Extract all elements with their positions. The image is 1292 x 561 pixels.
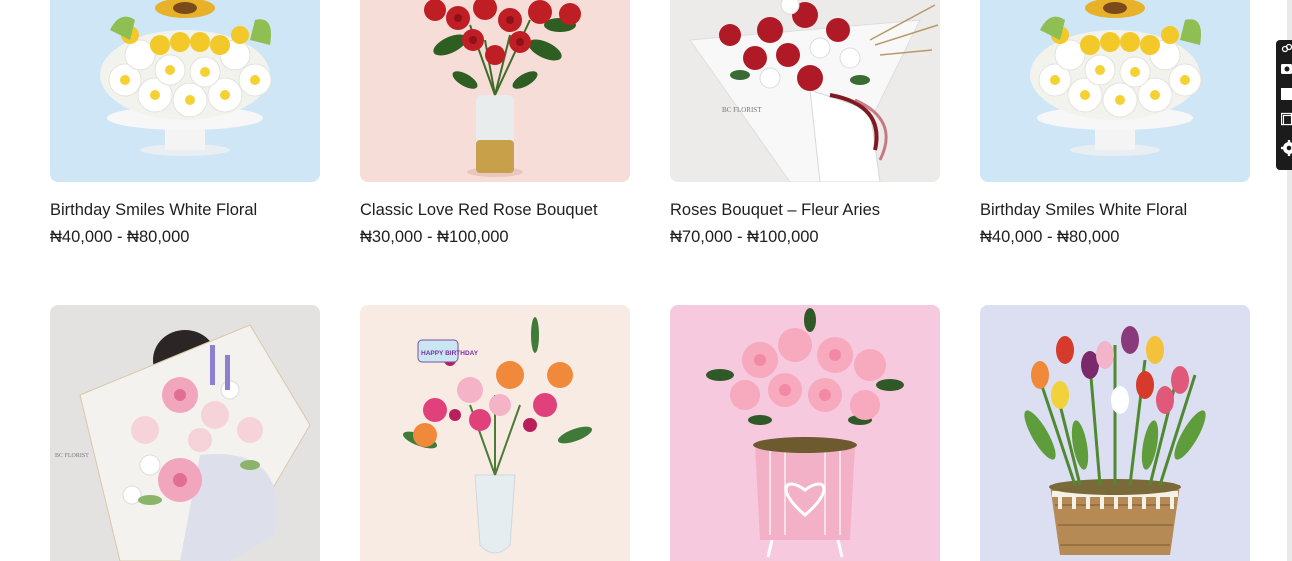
product-image[interactable] xyxy=(980,305,1250,561)
link-icon[interactable] xyxy=(1281,43,1292,57)
camera-icon[interactable] xyxy=(1281,61,1292,75)
tulip-basket-illustration xyxy=(980,305,1250,561)
daisy-cake-illustration xyxy=(50,0,320,182)
product-image[interactable]: HAPPY BIRTHDAY xyxy=(360,305,630,561)
brand-watermark: BC FLORIST xyxy=(722,106,762,114)
product-title[interactable]: Roses Bouquet – Fleur Aries xyxy=(670,201,880,220)
product-image[interactable]: BC FLORIST xyxy=(50,305,320,561)
product-image[interactable] xyxy=(50,0,320,182)
azalea-pot-illustration xyxy=(670,305,940,561)
red-roses-illustration xyxy=(360,0,630,182)
window-icon[interactable] xyxy=(1281,112,1292,126)
product-image[interactable] xyxy=(670,305,940,561)
gear-icon[interactable] xyxy=(1281,140,1292,156)
product-title[interactable]: Birthday Smiles White Floral xyxy=(980,201,1187,220)
wrapped-rose-illustration: BC FLORIST xyxy=(670,0,940,182)
birthday-pick-text: HAPPY BIRTHDAY xyxy=(421,350,479,357)
pastel-bouquet-illustration: BC FLORIST xyxy=(50,305,320,561)
brand-watermark: BC FLORIST xyxy=(55,453,89,459)
rectangle-icon[interactable] xyxy=(1281,87,1292,101)
product-image[interactable]: BC FLORIST xyxy=(670,0,940,182)
product-price: ₦40,000 - ₦80,000 xyxy=(50,228,190,246)
product-title[interactable]: Classic Love Red Rose Bouquet xyxy=(360,201,598,220)
product-image[interactable] xyxy=(980,0,1250,182)
side-toolbar xyxy=(1276,40,1292,170)
daisy-cake-illustration xyxy=(980,0,1250,182)
birthday-bouquet-illustration: HAPPY BIRTHDAY xyxy=(360,305,630,561)
product-price: ₦70,000 - ₦100,000 xyxy=(670,228,819,246)
product-image[interactable] xyxy=(360,0,630,182)
product-price: ₦30,000 - ₦100,000 xyxy=(360,228,509,246)
product-price: ₦40,000 - ₦80,000 xyxy=(980,228,1120,246)
product-title[interactable]: Birthday Smiles White Floral xyxy=(50,201,257,220)
